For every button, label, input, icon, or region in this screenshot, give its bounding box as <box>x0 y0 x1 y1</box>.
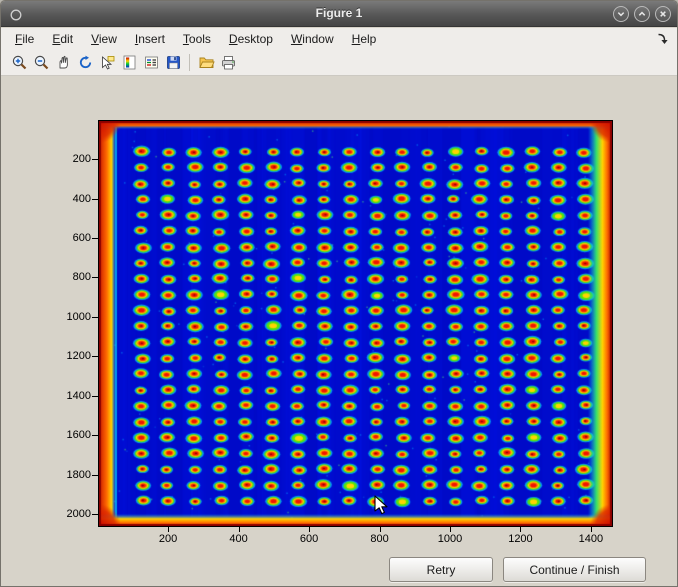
zoom-in-icon[interactable] <box>8 50 30 74</box>
y-tick-label: 2000 <box>67 508 91 520</box>
dock-figure-icon[interactable] <box>656 32 669 45</box>
x-tick-label: 600 <box>300 533 318 545</box>
x-tick-mark <box>380 527 381 532</box>
y-tick-mark <box>92 199 98 200</box>
menu-window[interactable]: Window <box>282 29 343 49</box>
x-tick-mark <box>520 527 521 532</box>
insert-colorbar-icon[interactable] <box>118 50 140 74</box>
x-tick-mark <box>309 527 310 532</box>
y-tick-label: 400 <box>73 193 91 205</box>
retry-button[interactable]: Retry <box>389 557 493 582</box>
x-tick-label: 1000 <box>438 533 462 545</box>
y-tick-label: 200 <box>73 153 91 165</box>
menu-bar-items: FileEditViewInsertToolsDesktopWindowHelp <box>6 32 385 46</box>
x-tick-label: 400 <box>229 533 247 545</box>
y-tick-label: 1800 <box>67 469 91 481</box>
y-tick-mark <box>92 514 98 515</box>
y-tick-mark <box>92 475 98 476</box>
x-tick-label: 800 <box>370 533 388 545</box>
menu-help[interactable]: Help <box>343 29 386 49</box>
toolbar-separator <box>189 54 190 71</box>
x-tick-label: 1400 <box>579 533 603 545</box>
y-tick-label: 1600 <box>67 429 91 441</box>
y-tick-mark <box>92 317 98 318</box>
menu-view[interactable]: View <box>82 29 126 49</box>
data-cursor-icon[interactable] <box>96 50 118 74</box>
x-tick-mark <box>450 527 451 532</box>
figure-window: Figure 1 FileEditViewInsertToolsDesktopW… <box>0 0 678 587</box>
menu-tools[interactable]: Tools <box>174 29 220 49</box>
microarray-image[interactable] <box>98 120 613 527</box>
y-tick-mark <box>92 238 98 239</box>
y-tick-label: 1200 <box>67 350 91 362</box>
y-tick-mark <box>92 435 98 436</box>
x-tick-mark <box>239 527 240 532</box>
menu-edit[interactable]: Edit <box>43 29 82 49</box>
open-folder-icon[interactable] <box>195 50 217 74</box>
mouse-cursor <box>374 495 390 517</box>
y-tick-label: 1400 <box>67 390 91 402</box>
title-bar[interactable]: Figure 1 <box>1 1 677 27</box>
y-tick-mark <box>92 159 98 160</box>
y-tick-mark <box>92 277 98 278</box>
rotate-3d-icon[interactable] <box>74 50 96 74</box>
x-tick-mark <box>591 527 592 532</box>
x-tick-label: 200 <box>159 533 177 545</box>
menu-insert[interactable]: Insert <box>126 29 174 49</box>
window-title: Figure 1 <box>1 6 677 20</box>
x-tick-mark <box>168 527 169 532</box>
menu-desktop[interactable]: Desktop <box>220 29 282 49</box>
y-tick-label: 800 <box>73 271 91 283</box>
maximize-button[interactable] <box>634 6 650 22</box>
close-button[interactable] <box>655 6 671 22</box>
window-controls <box>613 6 671 22</box>
zoom-out-icon[interactable] <box>30 50 52 74</box>
y-tick-label: 1000 <box>67 311 91 323</box>
continue-finish-button[interactable]: Continue / Finish <box>503 557 646 582</box>
y-tick-mark <box>92 356 98 357</box>
toolbar <box>1 49 677 76</box>
insert-legend-icon[interactable] <box>140 50 162 74</box>
figure-canvas-area: Retry Continue / Finish 200 400 600 800 1000… <box>1 76 677 586</box>
pan-icon[interactable] <box>52 50 74 74</box>
y-tick-mark <box>92 396 98 397</box>
save-figure-icon[interactable] <box>162 50 184 74</box>
y-tick-label: 600 <box>73 232 91 244</box>
menu-bar: FileEditViewInsertToolsDesktopWindowHelp <box>1 28 677 49</box>
shade-button[interactable] <box>613 6 629 22</box>
print-icon[interactable] <box>217 50 239 74</box>
x-tick-label: 1200 <box>508 533 532 545</box>
menu-file[interactable]: File <box>6 29 43 49</box>
